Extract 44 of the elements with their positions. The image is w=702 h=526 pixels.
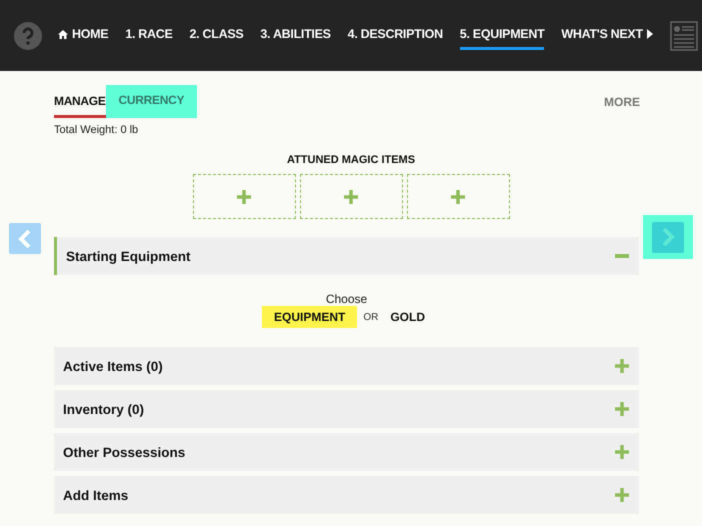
more-tab[interactable]: MORE — [604, 94, 640, 108]
nav-link[interactable]: 2. CLASS — [190, 21, 244, 50]
section-title: Starting Equipment — [66, 248, 190, 264]
section-heading: ATTUNED MAGIC ITEMS — [286, 154, 416, 166]
collapsible-section[interactable]: Starting Equipment — [54, 237, 639, 275]
section-title: Inventory (0) — [63, 402, 144, 416]
help-icon[interactable] — [14, 22, 42, 50]
collapsible-section[interactable]: Inventory (0) — [54, 390, 639, 428]
collapsible-section[interactable]: Active Items (0) — [54, 347, 639, 385]
expand-icon — [615, 488, 629, 502]
plus-icon — [344, 190, 358, 204]
section-title: Active Items (0) — [63, 358, 163, 374]
caret-icon — [646, 29, 653, 39]
collapsible-section[interactable]: Other Possessions — [54, 433, 639, 471]
expand-icon — [615, 445, 629, 459]
attune-slot[interactable] — [406, 174, 510, 219]
chevron-left-icon — [18, 228, 32, 248]
collapse-icon — [615, 254, 629, 258]
character-sheet-icon[interactable] — [670, 20, 698, 50]
nav-link[interactable]: WHAT'S NEXT — [561, 21, 653, 50]
plus-icon — [237, 190, 251, 204]
nav-link[interactable]: HOME — [58, 21, 108, 50]
collapsible-section[interactable]: Add Items — [54, 476, 639, 514]
section-title: Other Possessions — [63, 444, 186, 460]
expand-icon — [615, 402, 629, 416]
next-button[interactable] — [643, 215, 693, 259]
nav-link[interactable]: 1. RACE — [125, 21, 173, 50]
nav-link[interactable]: 5. EQUIPMENT — [460, 21, 544, 50]
section-title: Add Items — [63, 488, 128, 502]
tab[interactable]: CURRENCY — [106, 85, 198, 118]
choose-label: Choose — [326, 292, 368, 306]
attune-slot[interactable] — [300, 174, 402, 219]
choice-option[interactable]: GOLD — [384, 306, 431, 328]
previous-button[interactable] — [9, 223, 41, 254]
plus-icon — [451, 190, 465, 204]
attune-slot[interactable] — [192, 174, 296, 219]
or-label: OR — [363, 312, 378, 322]
home-icon — [58, 30, 68, 38]
nav-link[interactable]: 3. ABILITIES — [260, 21, 331, 50]
choice-option[interactable]: EQUIPMENT — [262, 306, 358, 328]
expand-icon — [615, 359, 629, 373]
chevron-right-icon — [661, 227, 675, 247]
total-weight: Total Weight: 0 lb — [53, 123, 140, 136]
nav-link[interactable]: 4. DESCRIPTION — [348, 21, 443, 50]
